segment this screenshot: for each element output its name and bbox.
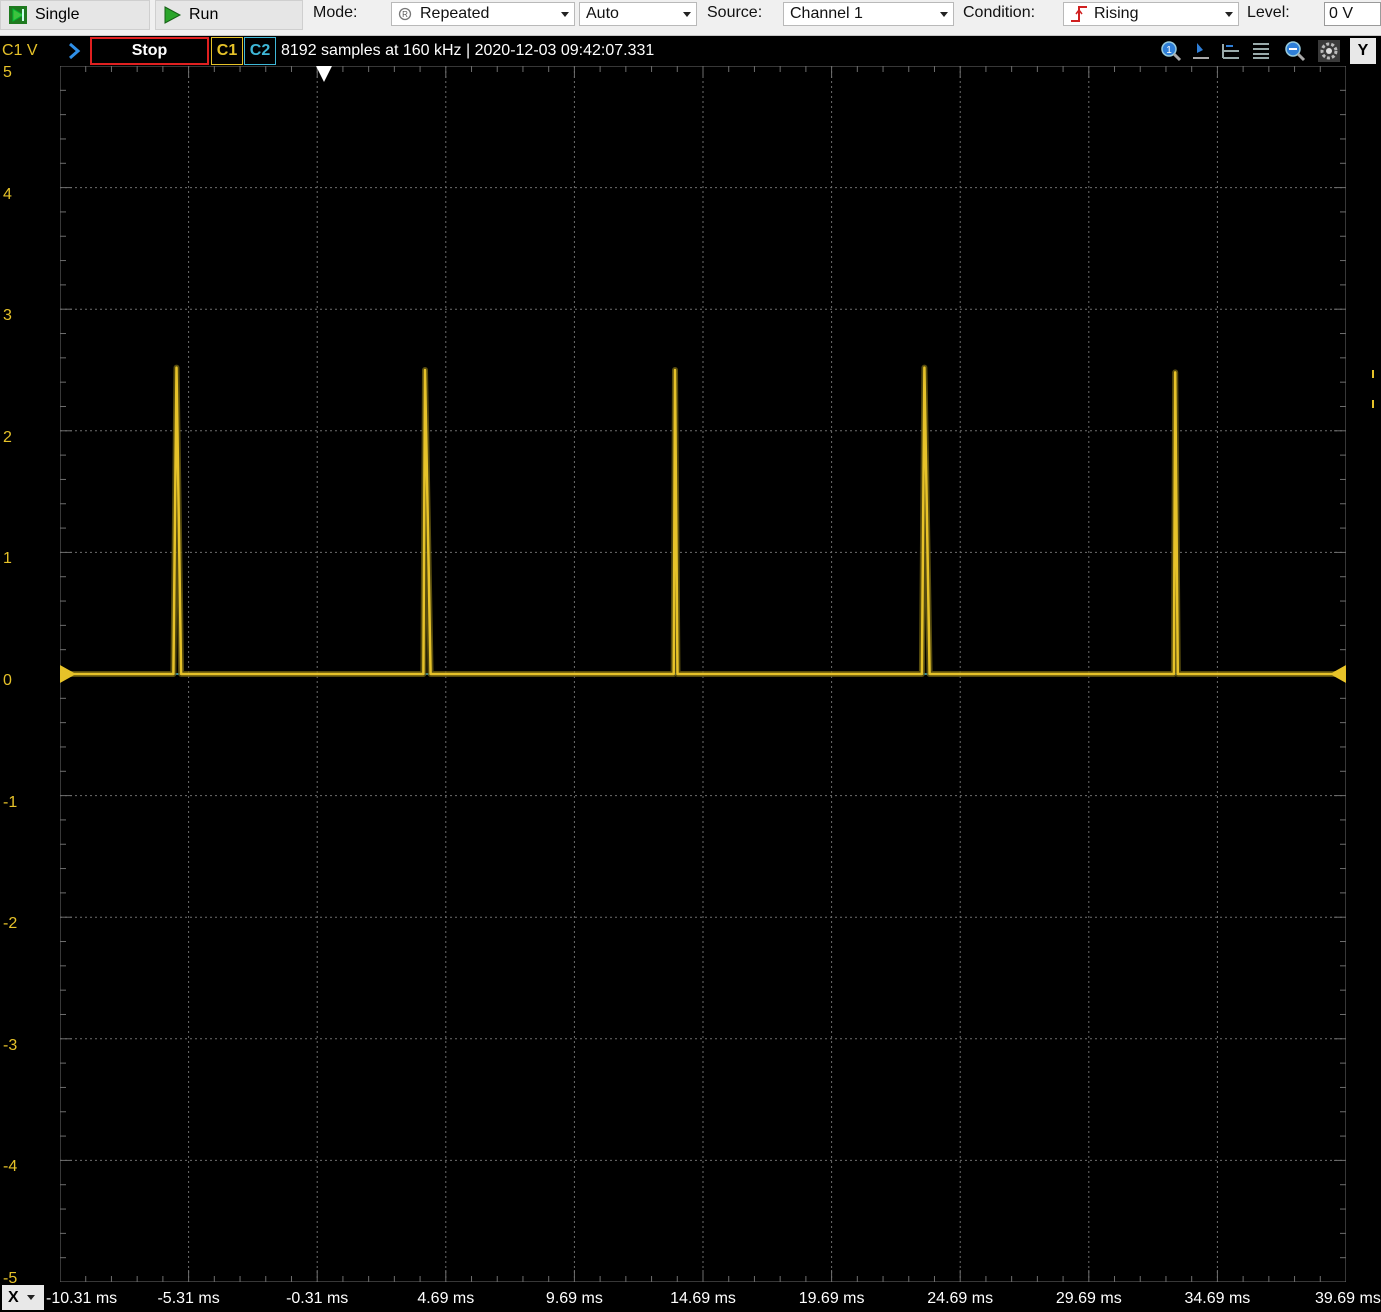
svg-text:1: 1 (1166, 45, 1172, 56)
y-tick-label: -1 (3, 793, 18, 811)
oscilloscope-plot[interactable] (60, 66, 1346, 1282)
data-point (424, 369, 426, 371)
data-point (676, 673, 679, 675)
chevron-down-icon (683, 12, 691, 17)
data-point (175, 366, 178, 369)
single-label: Single (35, 6, 80, 23)
stop-button[interactable]: Stop (90, 37, 209, 65)
x-tick-label: 24.69 ms (927, 1290, 994, 1307)
data-point (672, 673, 675, 675)
x-tick-label: 9.69 ms (545, 1290, 603, 1307)
play-run-icon (164, 6, 182, 24)
y-tick-label: 1 (3, 550, 12, 568)
data-point (1173, 673, 1175, 675)
source-label: Source: (707, 4, 763, 21)
y-tick-label: -4 (3, 1158, 18, 1176)
x-tick-label: 19.69 ms (798, 1290, 865, 1307)
x-tick-label: 29.69 ms (1055, 1290, 1122, 1307)
y-tick-label: -3 (3, 1036, 18, 1054)
x-tick-label: 14.69 ms (670, 1290, 736, 1307)
data-point (928, 673, 931, 675)
align-right-icon[interactable] (1249, 40, 1273, 62)
x-tick-label: 39.69 ms (1315, 1290, 1381, 1307)
right-scroll-mark (1372, 400, 1374, 408)
source-select[interactable]: Channel 1 (783, 2, 954, 26)
chevron-down-icon (561, 12, 569, 17)
y-axis-title: C1 V (2, 42, 38, 59)
x-axis-button[interactable]: X (2, 1285, 44, 1310)
condition-value: Rising (1094, 5, 1139, 22)
channel-2-tag[interactable]: C2 (244, 37, 276, 65)
data-point (921, 673, 923, 675)
y-tick-label: 5 (3, 64, 12, 81)
channel-1-tag[interactable]: C1 (211, 37, 243, 65)
y-tick-label: 0 (3, 672, 12, 689)
y-tick-label: 4 (3, 185, 12, 203)
x-tick-label: -10.31 ms (46, 1290, 118, 1307)
chevron-down-icon (940, 12, 948, 17)
repeat-icon: R (398, 7, 412, 21)
toolbar: Single Run Mode: R Repeated Auto Source:… (0, 0, 1381, 36)
run-label: Run (189, 6, 219, 23)
y-axis-button[interactable]: Y (1350, 38, 1376, 64)
cursor-icon[interactable] (1189, 40, 1213, 62)
single-button[interactable]: Single (0, 0, 150, 30)
x-tick-label: -5.31 ms (157, 1290, 220, 1307)
level-input[interactable]: 0 V (1324, 2, 1381, 26)
chevron-down-icon (1225, 12, 1233, 17)
y-tick-label: 3 (3, 307, 12, 325)
data-point (1176, 673, 1179, 675)
settings-icon[interactable] (1317, 40, 1341, 62)
source-value: Channel 1 (790, 5, 863, 22)
chevron-right-icon[interactable] (66, 42, 82, 60)
x-axis-bar: X -10.31 ms -5.31 ms -0.31 ms 4.69 ms 9.69 m… (0, 1283, 1381, 1312)
data-point (1174, 371, 1177, 374)
data-point (429, 673, 432, 675)
mode-select[interactable]: R Repeated (391, 2, 575, 26)
right-scroll-mark (1372, 370, 1374, 378)
level-label: Level: (1247, 4, 1290, 21)
y-tick-label: 2 (3, 428, 12, 446)
play-single-icon (9, 6, 27, 24)
auto-value: Auto (586, 5, 619, 22)
data-point (923, 366, 926, 369)
x-axis-button-label: X (8, 1288, 19, 1306)
data-point (172, 673, 175, 675)
status-row: C1 V Stop C1 C2 8192 samples at 160 kHz … (0, 36, 1381, 66)
zoom-icon[interactable] (1283, 40, 1307, 62)
rising-edge-icon (1071, 6, 1087, 22)
y-tick-label: -2 (3, 915, 18, 933)
run-button[interactable]: Run (155, 0, 303, 30)
align-left-icon[interactable] (1219, 40, 1243, 62)
condition-select[interactable]: Rising (1063, 2, 1239, 26)
mode-value: Repeated (420, 5, 490, 22)
x-tick-label: 34.69 ms (1184, 1290, 1251, 1307)
chevron-down-icon (26, 1295, 35, 1300)
x-tick-label: -0.31 ms (286, 1290, 349, 1307)
x-tick-label: 4.69 ms (417, 1290, 475, 1307)
zoom-1-icon[interactable]: 1 (1159, 40, 1183, 62)
auto-select[interactable]: Auto (579, 2, 697, 26)
mode-label: Mode: (313, 4, 358, 21)
svg-text:R: R (402, 10, 408, 19)
acquisition-info: 8192 samples at 160 kHz | 2020-12-03 09:… (281, 42, 655, 59)
condition-label: Condition: (963, 4, 1036, 21)
data-point (422, 673, 425, 675)
data-point (674, 369, 676, 371)
data-point (180, 673, 182, 675)
